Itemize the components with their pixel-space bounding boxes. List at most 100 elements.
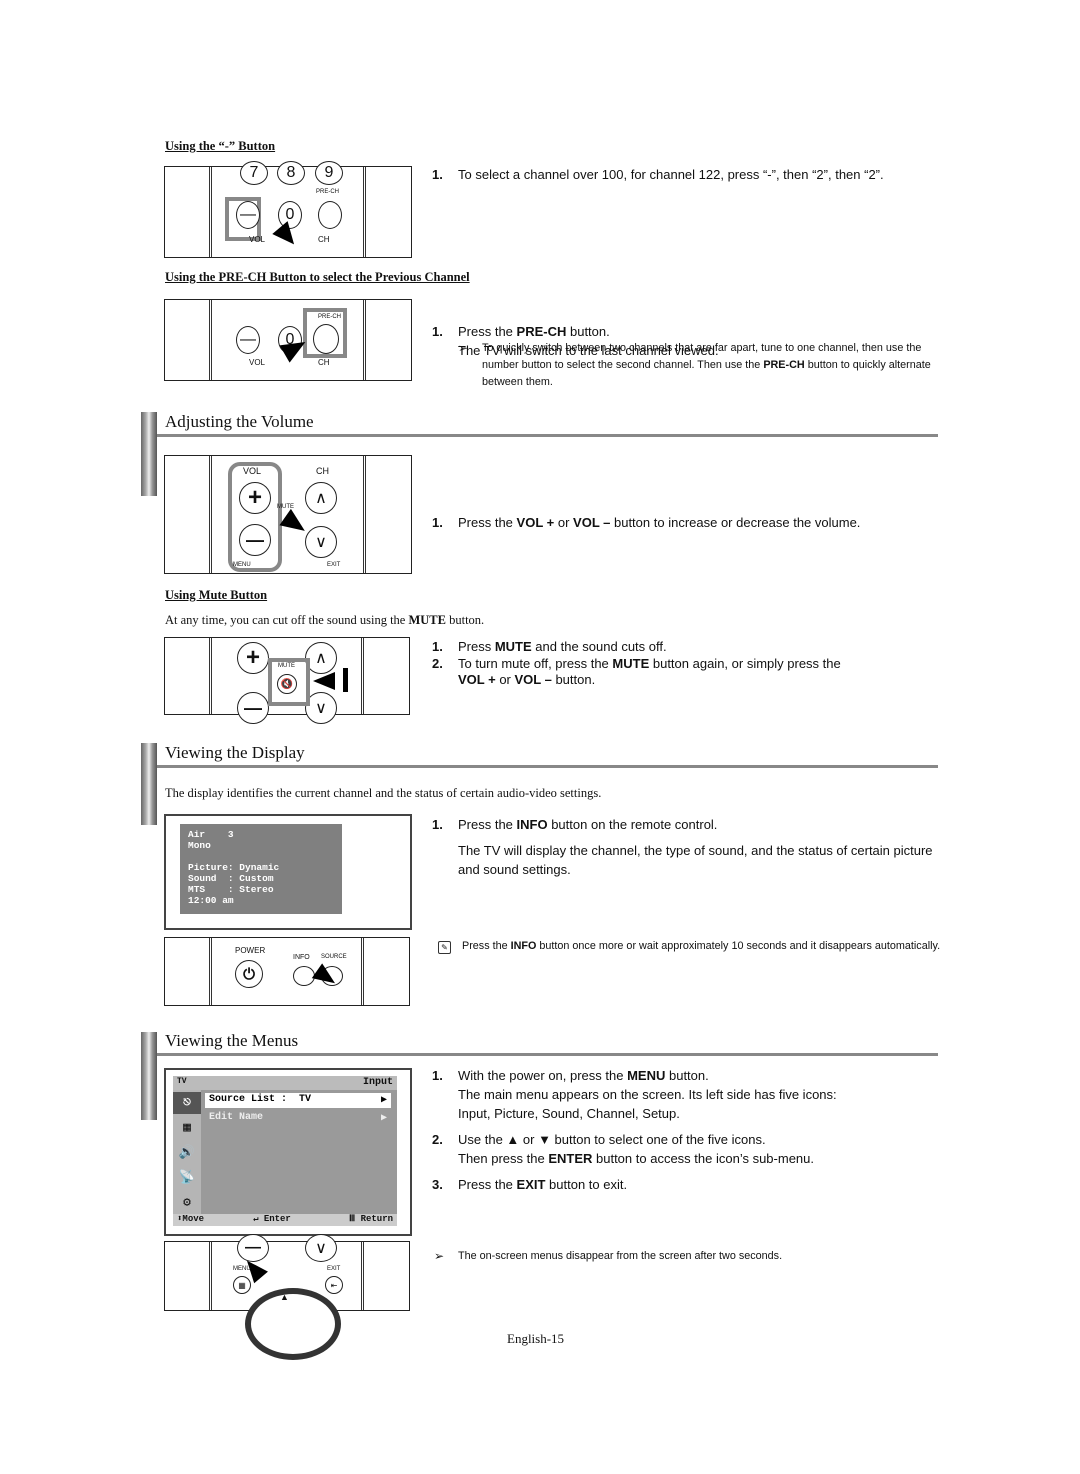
mute-speaker-icon: 🔇 (280, 678, 294, 690)
key-7: 7 (240, 161, 268, 185)
submenu-arrow-icon: ▶ (380, 1095, 387, 1106)
section-rule (157, 765, 938, 768)
display-note: ✎ Press the INFO button once more or wai… (438, 939, 962, 954)
menus-step-1: 1. With the power on, press the MENU butt… (432, 1068, 837, 1121)
menu-item-edit-name[interactable]: Edit Name ▶ (205, 1111, 391, 1126)
pointer-arrow-icon (313, 672, 335, 690)
vol-label: VOL (243, 466, 262, 476)
key-8: 8 (277, 161, 305, 185)
note-arrow-icon: ➢ (434, 1249, 445, 1263)
section-rule (157, 1053, 938, 1056)
remote-illustration-menu: — ∨ MENU EXIT ▦ ⇤ ▲ (164, 1234, 410, 1360)
exit-label: EXIT (327, 1266, 341, 1272)
menus-step-3: 3. Press the EXIT button to exit. (432, 1177, 628, 1192)
volume-step-1: 1. Press the VOL + or VOL – button to inc… (432, 515, 861, 530)
osd-line: Mono (188, 840, 211, 851)
key-9: 9 (315, 161, 343, 185)
remote-illustration-volume: VOL CH + — ∧ ∨ MUTE MENU EXIT (164, 455, 412, 574)
vol-up-key: + (237, 642, 269, 674)
tv-screen-illustration: TV Input ⎋ ▦ 🔊 📡 ⚙ Source List : TV ▶ Ed… (164, 1068, 412, 1236)
menu-key: ▦ (233, 1276, 251, 1294)
section-title-display: Viewing the Display (165, 743, 305, 762)
tv-screen-illustration: Air 3 Mono Picture: Dynamic Sound : Custom… (164, 814, 412, 930)
note-arrow-icon: ➢ (458, 341, 469, 355)
display-step-1: 1. Press the INFO button on the remote co… (432, 817, 933, 877)
source-label: SOURCE (321, 954, 347, 960)
main-menu-osd: TV Input ⎋ ▦ 🔊 📡 ⚙ Source List : TV ▶ Ed… (173, 1076, 397, 1226)
key-dash: — (236, 326, 260, 354)
menu-item-source-list[interactable]: Source List : TV ▶ (205, 1093, 391, 1108)
ch-up-key: ∧ (305, 482, 337, 514)
prech-note: ➢ To quickly switch between two channels… (458, 341, 931, 388)
osd-line: 12:00 am (188, 895, 234, 906)
sound-icon[interactable]: 🔊 (173, 1142, 201, 1164)
key-prech (313, 324, 339, 354)
enter-icon: ↵ (253, 1214, 259, 1224)
display-intro: The display identifies the current chann… (165, 786, 602, 800)
section-accent-bar (141, 1032, 157, 1120)
section-accent-bar (141, 412, 157, 496)
mute-heading: Using Mute Button (165, 588, 268, 602)
mute-key: 🔇 (277, 674, 297, 694)
menu-side-icons: ⎋ ▦ 🔊 📡 ⚙ (173, 1090, 201, 1214)
power-key: ⏻ (235, 960, 263, 988)
remote-illustration-dash: 7 8 9 PRE-CH — 0 VOL CH (164, 161, 412, 258)
mute-step-2: 2. To turn mute off, press the MUTE butto… (432, 656, 841, 687)
move-hint: ⬍Move (177, 1214, 205, 1224)
setup-icon[interactable]: ⚙ (173, 1192, 201, 1214)
return-icon: Ⅲ (348, 1214, 356, 1224)
info-osd: Air 3 Mono Picture: Dynamic Sound : Custom… (180, 824, 342, 914)
vol-up-key: + (239, 482, 271, 514)
ch-label: CH (318, 358, 330, 367)
key-dash: — (236, 201, 260, 229)
dash-step-1: 1. To select a channel over 100, for chan… (432, 167, 884, 182)
ch-label: CH (318, 235, 330, 244)
nav-up-icon: ▲ (280, 1292, 289, 1302)
section-rule (157, 434, 938, 437)
osd-lines: Air 3 Mono Picture: Dynamic Sound : Custom… (188, 829, 334, 906)
exit-label: EXIT (327, 562, 341, 568)
mute-step-1: 1. Press MUTE and the sound cuts off. (432, 639, 667, 654)
remote-illustration-info: POWER ⏻ INFO SOURCE (164, 937, 410, 1006)
return-hint: Ⅲ Return (348, 1214, 393, 1224)
ch-down-key: ∨ (305, 1234, 337, 1262)
input-icon[interactable]: ⎋ (173, 1092, 201, 1114)
page-number: English-15 (507, 1331, 565, 1346)
info-label: INFO (293, 954, 310, 961)
osd-line: Sound : Custom (188, 873, 274, 884)
dash-button-heading: Using the “-” Button (165, 139, 276, 153)
menus-note: ➢ The on-screen menus disappear from the… (434, 1249, 783, 1263)
vol-down-key: — (237, 692, 269, 724)
vol-label: VOL (249, 358, 266, 367)
menu-footer: ⬍Move ↵ Enter Ⅲ Return (173, 1214, 397, 1226)
section-title-volume: Adjusting the Volume (165, 412, 314, 431)
note-icon: ✎ (438, 941, 451, 954)
remote-illustration-mute: + — ∧ ∨ MUTE 🔇 (164, 637, 410, 724)
section-accent-bar (141, 743, 157, 825)
vol-label: VOL (249, 235, 266, 244)
mute-intro: At any time, you can cut off the sound u… (165, 613, 485, 627)
exit-key: ⇤ (325, 1276, 343, 1294)
picture-icon[interactable]: ▦ (173, 1117, 201, 1139)
prech-label: PRE-CH (316, 189, 340, 195)
channel-icon[interactable]: 📡 (173, 1167, 201, 1189)
vol-down-key: — (239, 524, 271, 556)
ch-down-key: ∨ (305, 526, 337, 558)
display-steps: 1. Press the INFO button on the remote co… (432, 815, 942, 879)
power-label: POWER (235, 946, 266, 955)
menu-header-right: Input (362, 1077, 393, 1088)
section-title-menus: Viewing the Menus (165, 1031, 299, 1050)
pointer-tail (343, 668, 348, 692)
osd-line: Air 3 (188, 829, 234, 840)
menu-header: TV Input (173, 1076, 397, 1090)
menu-label: MENU (233, 562, 251, 568)
mute-label: MUTE (278, 663, 295, 669)
nav-ring (245, 1288, 341, 1360)
osd-line (188, 851, 334, 862)
key-prech (318, 201, 342, 229)
prech-heading: Using the PRE-CH Button to select the Pr… (165, 270, 470, 284)
osd-line: MTS : Stereo (188, 884, 274, 895)
power-icon: ⏻ (243, 965, 255, 983)
menus-step-2: 2. Use the ▲ or ▼ button to select one of… (432, 1132, 814, 1166)
mute-steps: 1. Press MUTE and the sound cuts off. 2. T… (432, 637, 942, 688)
